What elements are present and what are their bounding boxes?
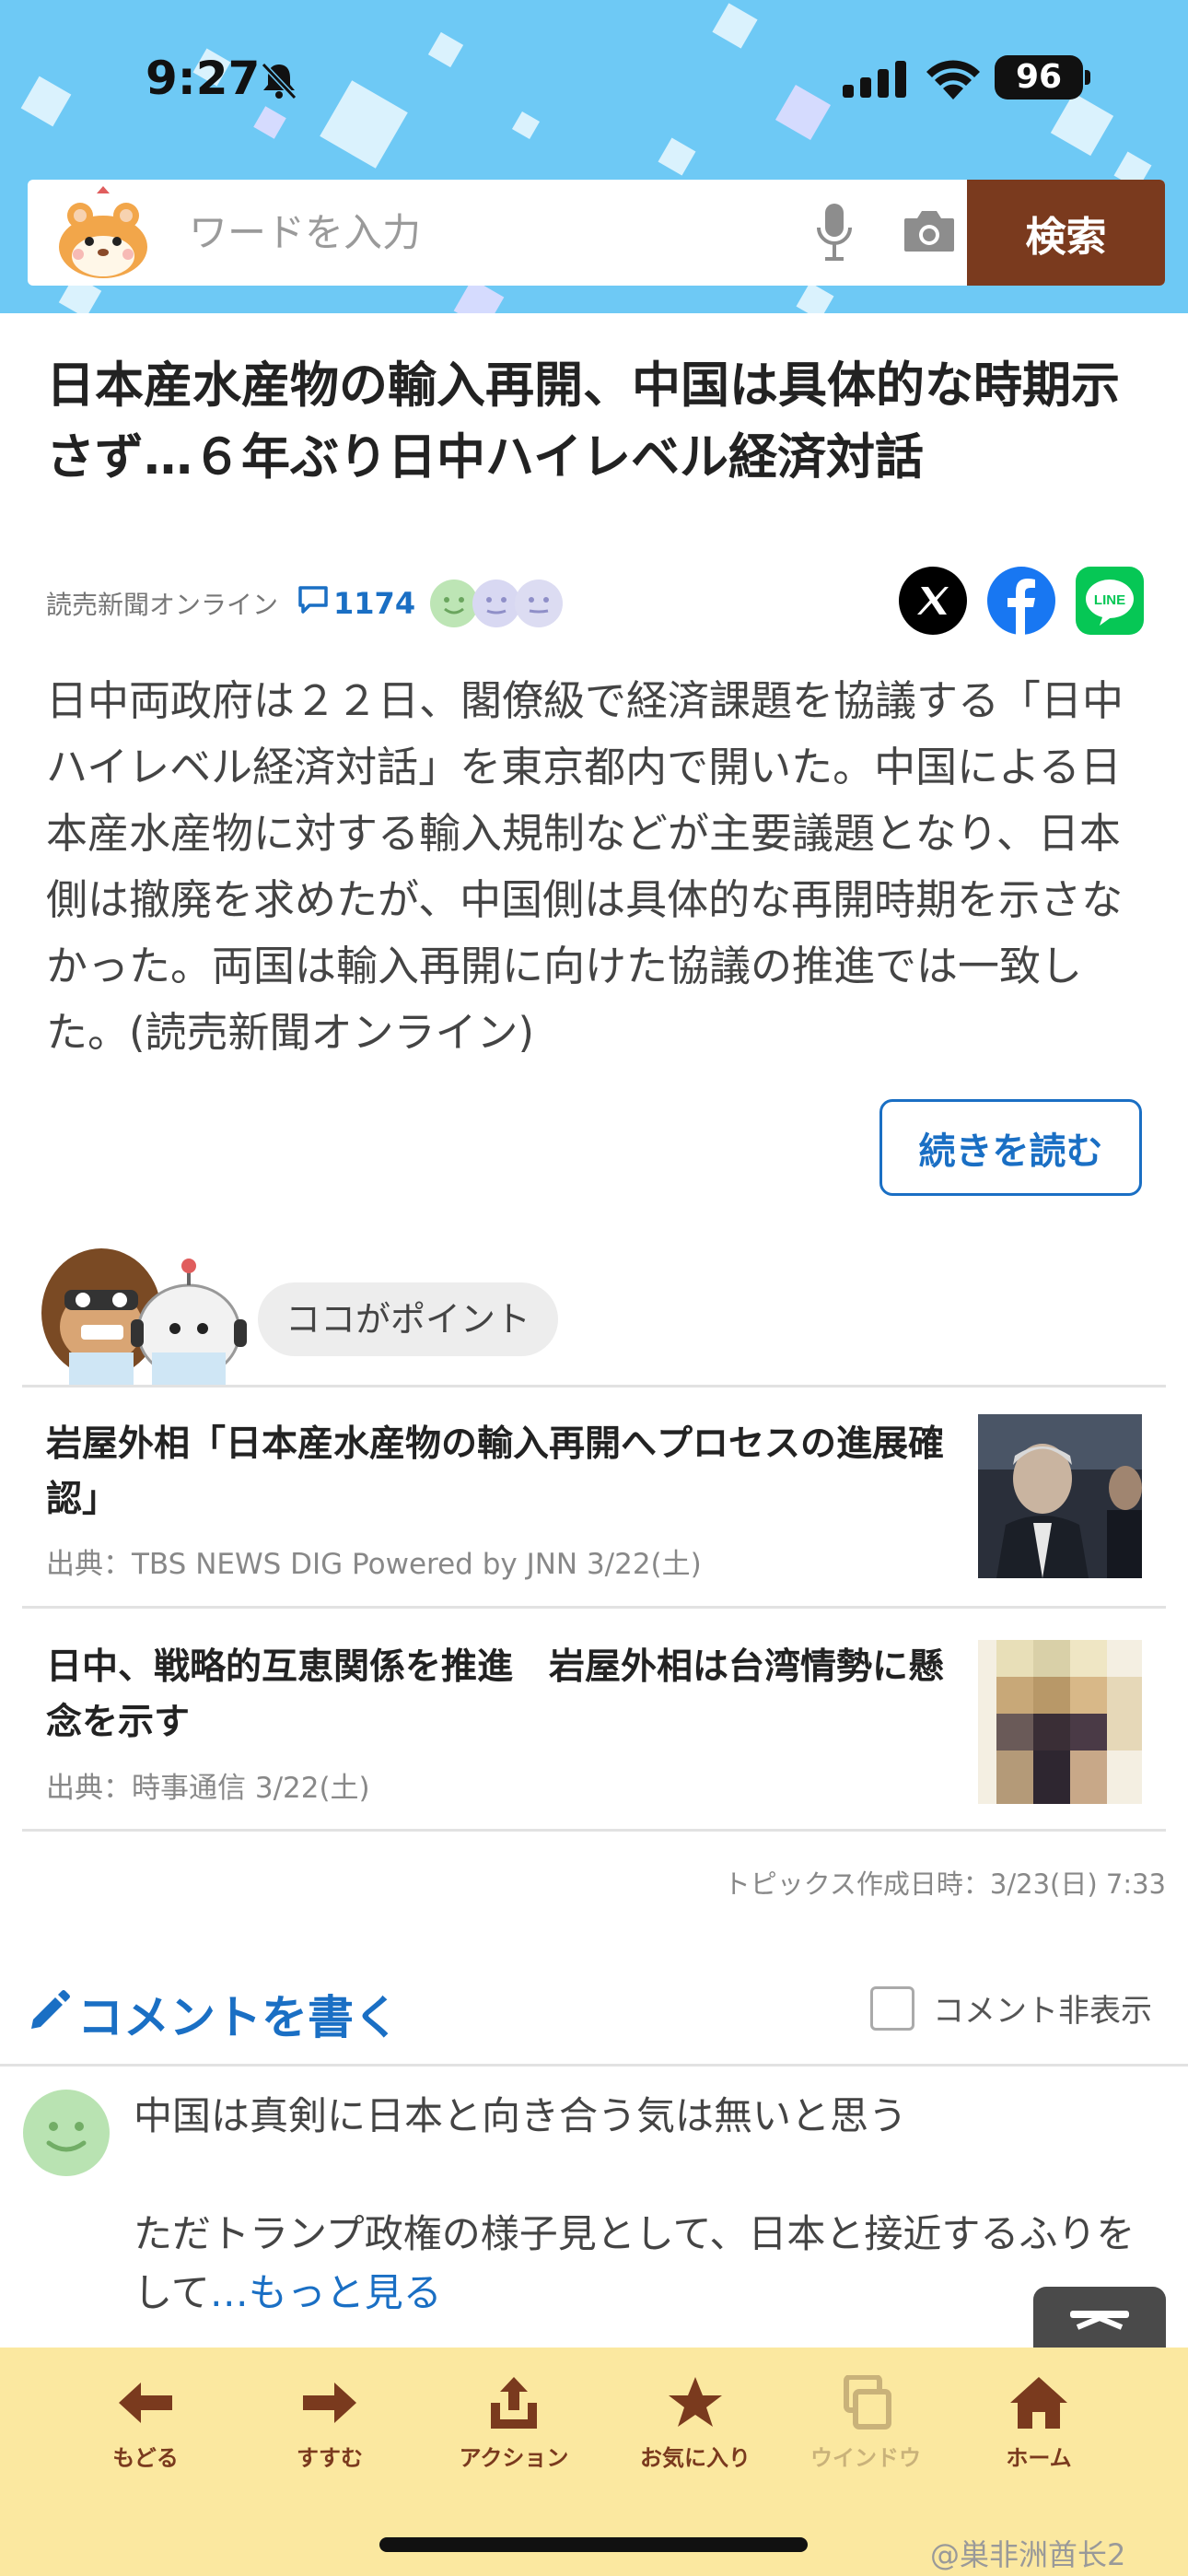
related-article-source: 出典：TBS NEWS DIG Powered by JNN 3/22(土) [46,1548,702,1581]
write-comment-button[interactable]: コメントを書く [28,1981,400,2047]
arrow-right-icon [297,2383,362,2434]
divider [0,2064,1188,2067]
window-button[interactable]: ウインドウ [783,2374,949,2472]
x-share-icon[interactable] [899,567,967,635]
related-article-title[interactable]: 日中、戦略的互恵関係を推進 岩屋外相は台湾情勢に懸念を示す [46,1640,949,1751]
arrow-left-icon [113,2383,178,2434]
reaction-faces [430,580,564,627]
article-summary: 日中両政府は２２日、閣僚級で経済課題を協議する「日中ハイレベル経済対話」を東京都… [46,676,1124,1057]
battery-indicator: 96 [995,55,1083,100]
battery-tip [1085,70,1090,85]
svg-text:LINE: LINE [1094,592,1125,608]
comment-body: 中国は真剣に日本と向き合う気は無いと思う ただトランプ政権の様子見として、日本と… [134,2087,1137,2323]
home-button[interactable]: ホーム [956,2375,1122,2472]
happy-face-icon [430,580,479,627]
related-article-thumbnail[interactable] [978,1414,1142,1578]
point-label: ココがポイント [258,1282,559,1356]
read-more-button[interactable]: 続きを読む [879,1099,1142,1196]
share-icon [482,2377,546,2434]
speech-bubble-icon [297,585,333,622]
article-source[interactable]: 読売新聞オンライン [46,585,278,622]
scroll-to-top-button[interactable] [1033,2287,1166,2348]
confetti-decoration [658,137,696,176]
window-label: ウインドウ [810,2445,921,2471]
cellular-signal-icon [843,61,907,101]
forward-label: すすむ [297,2445,363,2471]
favorites-label: お気に入り [640,2445,751,2471]
star-icon [663,2377,728,2434]
confetti-decoration [712,3,758,49]
write-comment-label: コメントを書く [77,1991,400,2044]
related-article-source: 出典：時事通信 3/22(土) [46,1772,370,1805]
point-mascots-illustration [37,1244,258,1387]
comment-line: 中国は真剣に日本と向き合う気は無いと思う [134,2093,908,2138]
divider [22,1606,1166,1609]
related-article-title[interactable]: 岩屋外相「日本産水産物の輸入再開へプロセスの進展確認」 [46,1417,949,1528]
bell-muted-icon [258,61,300,103]
comment-line: ただトランプ政権の様子見として、日本と接近するふりをして…もっと見る [134,2205,1137,2323]
commenter-avatar [23,2090,110,2176]
sad-face-icon [515,580,564,627]
microphone-icon[interactable] [816,202,853,266]
action-button[interactable]: アクション [431,2375,597,2472]
line-share-icon[interactable]: LINE [1076,567,1144,635]
related-article-thumbnail[interactable] [978,1640,1142,1804]
neutral-face-icon [472,580,521,627]
home-indicator [379,2537,808,2552]
hide-comments-label: コメント非表示 [933,1993,1152,2030]
search-bar: 検索 [28,180,1165,286]
action-label: アクション [459,2445,569,2471]
topic-created-date: トピックス作成日時：3/23(日) 7:33 [723,1868,1166,1900]
confetti-decoration [511,111,541,140]
article-title: 日本産水産物の輸入再開、中国は具体的な時期示さず…６年ぶり日中ハイレベル経済対話 [46,357,1120,486]
comment-count-link[interactable]: 1174 [297,585,415,622]
back-label: もどる [112,2445,179,2471]
hamster-mascot-logo[interactable] [51,184,157,281]
favorites-button[interactable]: お気に入り [612,2375,778,2472]
divider [22,1385,1166,1388]
status-bar: 9:27 96 [0,48,1188,112]
search-button[interactable]: 検索 [967,180,1165,286]
show-more-link[interactable]: …もっと見る [210,2270,442,2315]
pencil-icon [28,1986,77,2042]
watermark: @巣非洲酋长2 [930,2537,1126,2572]
article-meta: 読売新聞オンライン 1174 [46,576,564,631]
home-label: ホーム [1006,2445,1072,2471]
camera-icon[interactable] [903,207,956,257]
status-time: 9:27 [146,52,261,105]
hide-comments-toggle[interactable]: コメント非表示 [870,1985,1152,2031]
forward-button[interactable]: すすむ [247,2375,413,2472]
home-icon [1007,2377,1071,2434]
hide-comments-checkbox[interactable] [870,1985,914,2031]
wifi-icon [926,59,981,103]
facebook-share-icon[interactable] [987,567,1055,635]
search-input[interactable] [189,180,815,286]
comment-count: 1174 [333,586,416,621]
windows-icon [833,2374,898,2434]
confetti-decoration [796,282,834,313]
divider [22,1829,1166,1832]
back-button[interactable]: もどる [63,2375,228,2472]
app-header: 9:27 96 ワードを入力 検索 [0,0,1188,313]
